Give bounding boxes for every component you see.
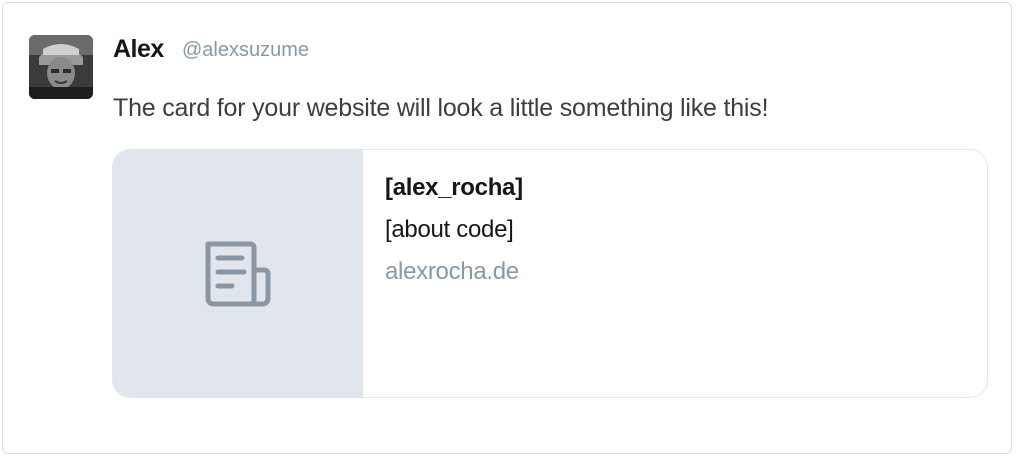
tweet-text: The card for your website will look a li… <box>113 94 769 122</box>
link-card[interactable]: [alex_rocha] [about code] alexrocha.de <box>112 149 988 398</box>
tweet-preview: Alex @alexsuzume The card for your websi… <box>2 2 1012 454</box>
card-title[interactable]: [alex_rocha] <box>385 174 523 202</box>
card-description: [about code] <box>385 216 514 243</box>
document-icon <box>205 241 271 306</box>
card-domain[interactable]: alexrocha.de <box>385 258 523 286</box>
card-text: [alex_rocha] [about code] alexrocha.de <box>385 174 523 286</box>
author-handle[interactable]: @alexsuzume <box>182 39 309 62</box>
card-image <box>113 150 363 397</box>
avatar[interactable] <box>29 35 93 99</box>
author-name[interactable]: Alex <box>113 35 164 64</box>
avatar-photo-icon <box>29 35 93 99</box>
